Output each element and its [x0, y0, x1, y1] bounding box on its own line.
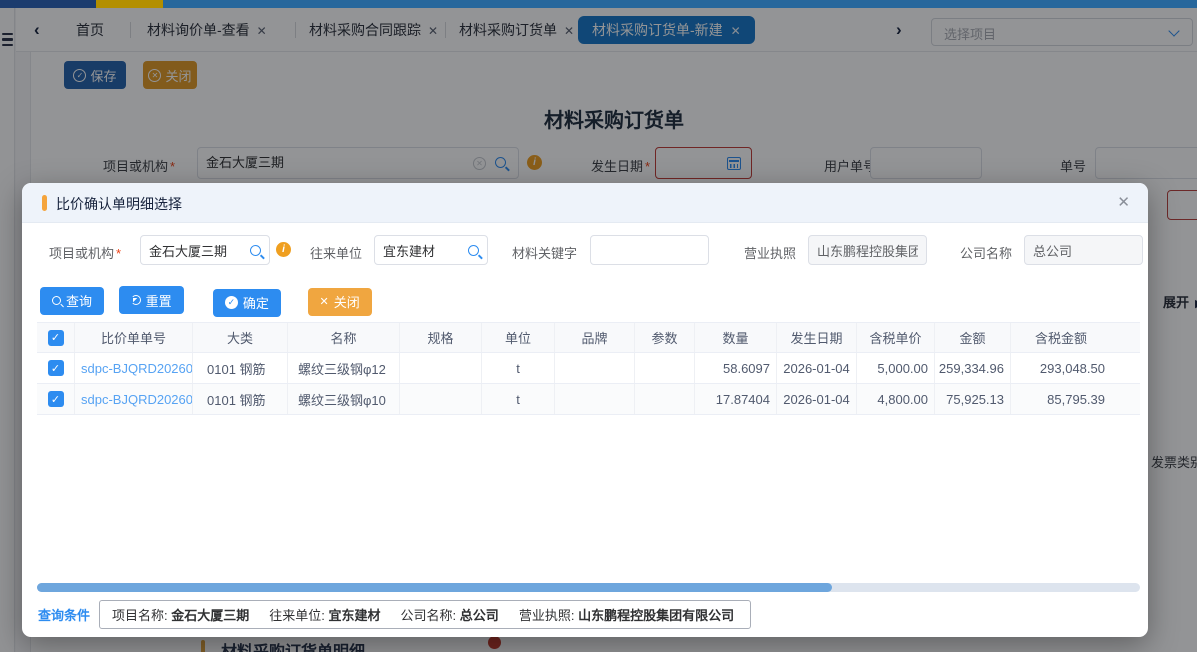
strip-navy-segment [0, 0, 96, 8]
modal-keyword-label: 材料关键字 [512, 243, 577, 262]
modal-org-input[interactable]: 金石大厦三期 [140, 235, 270, 265]
modal-button-row: 查询 重置 ✓确定 ✕关闭 [40, 286, 383, 314]
table-header-row: ✓ 比价单单号 大类 名称 规格 单位 品牌 参数 数量 发生日期 含税单价 金… [37, 322, 1140, 353]
modal-title: 比价确认单明细选择 [56, 194, 182, 214]
check-circle-icon: ✓ [225, 296, 238, 309]
col-header[interactable]: 参数 [635, 323, 695, 352]
close-icon: ✕ [320, 295, 329, 308]
row-checkbox[interactable]: ✓ [48, 391, 64, 407]
order-number-link[interactable]: sdpc-BJQRD20260000 [81, 392, 193, 407]
modal-keyword-input[interactable] [590, 235, 709, 265]
col-header[interactable]: 含税金额 [1011, 323, 1111, 352]
scrollbar-thumb[interactable] [37, 583, 832, 592]
reset-button[interactable]: 重置 [119, 286, 184, 314]
query-button[interactable]: 查询 [40, 287, 104, 315]
col-header[interactable]: 名称 [288, 323, 400, 352]
modal-company-input[interactable]: 总公司 [1024, 235, 1143, 265]
modal-org-label: 项目或机构* [49, 243, 121, 262]
table-row[interactable]: ✓ sdpc-BJQRD20260000 0101 钢筋 螺纹三级钢φ10 t … [37, 384, 1140, 415]
accent-bar-icon [42, 195, 47, 211]
confirm-button[interactable]: ✓确定 [213, 289, 281, 317]
row-checkbox[interactable]: ✓ [48, 360, 64, 376]
order-number-link[interactable]: sdpc-BJQRD20260000 [81, 361, 193, 376]
compare-detail-modal: 比价确认单明细选择 ✕ 项目或机构* 金石大厦三期 i 往来单位 宜东建材 材料… [22, 183, 1148, 637]
modal-license-label: 营业执照 [744, 243, 796, 262]
col-header[interactable]: 比价单单号 [75, 323, 193, 352]
select-all-checkbox[interactable]: ✓ [48, 330, 64, 346]
horizontal-scrollbar [37, 583, 1140, 592]
modal-vendor-input[interactable]: 宜东建材 [374, 235, 488, 265]
modal-close-icon[interactable]: ✕ [1117, 193, 1130, 211]
top-color-strip [0, 0, 1197, 8]
modal-license-input[interactable]: 山东鹏程控股集团有限公司 [808, 235, 927, 265]
close-modal-button[interactable]: ✕关闭 [308, 288, 372, 316]
col-header[interactable]: 单位 [482, 323, 555, 352]
col-header[interactable]: 含税单价 [857, 323, 935, 352]
refresh-icon [131, 295, 141, 305]
col-header[interactable]: 发生日期 [777, 323, 857, 352]
query-conditions-box: 项目名称: 金石大厦三期 往来单位: 宜东建材 公司名称: 总公司 营业执照: … [99, 600, 751, 629]
col-header[interactable]: 大类 [193, 323, 288, 352]
table-row[interactable]: ✓ sdpc-BJQRD20260000 0101 钢筋 螺纹三级钢φ12 t … [37, 353, 1140, 384]
modal-vendor-label: 往来单位 [310, 243, 362, 262]
compare-detail-table: ✓ 比价单单号 大类 名称 规格 单位 品牌 参数 数量 发生日期 含税单价 金… [37, 322, 1140, 577]
screen: ‹ 首页 材料询价单-查看✕ 材料采购合同跟踪✕ 材料采购订货单✕ 材料采购订货… [0, 0, 1197, 652]
query-conditions-label: 查询条件 [38, 605, 90, 624]
col-header[interactable]: 品牌 [555, 323, 635, 352]
modal-footer: 查询条件 项目名称: 金石大厦三期 往来单位: 宜东建材 公司名称: 总公司 营… [38, 599, 751, 629]
search-icon[interactable] [468, 245, 479, 256]
strip-yellow-segment [96, 0, 163, 8]
search-icon[interactable] [250, 245, 261, 256]
modal-company-label: 公司名称 [960, 243, 1012, 262]
col-header[interactable]: 规格 [400, 323, 482, 352]
modal-header: 比价确认单明细选择 ✕ [22, 183, 1148, 223]
info-icon[interactable]: i [276, 242, 291, 257]
search-icon [52, 296, 61, 305]
col-header[interactable]: 数量 [695, 323, 777, 352]
col-header[interactable]: 金额 [935, 323, 1011, 352]
